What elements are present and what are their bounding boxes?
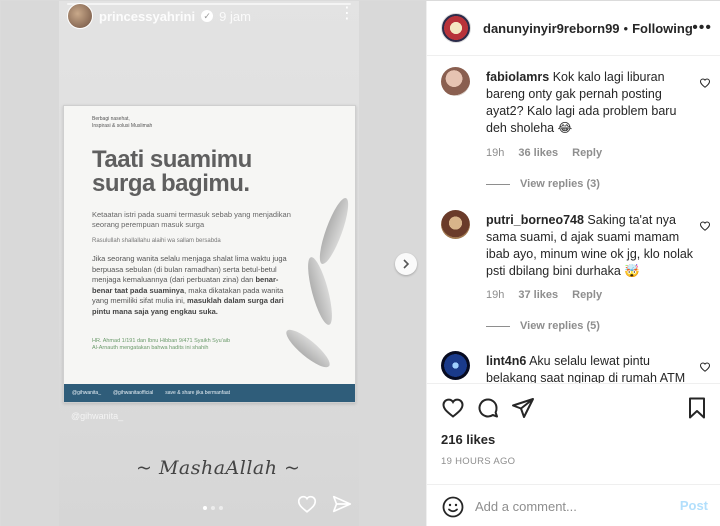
header-separator: •: [623, 20, 629, 36]
card-title: Taati suamimu surga bagimu.: [92, 148, 252, 196]
bookmark-icon[interactable]: [685, 396, 709, 420]
story-time: 9 jam: [219, 8, 251, 24]
commenter-avatar[interactable]: [441, 67, 470, 96]
card-small-line: Inspirasi & solusi Muslimah: [92, 123, 153, 129]
view-replies-label: View replies (3): [520, 178, 600, 190]
story-more-icon[interactable]: ⋮: [339, 3, 355, 23]
instagram-post-viewer: princessyahrini ✓ 9 jam ⋮ Berbagi naseha…: [0, 0, 720, 526]
story-username[interactable]: princessyahrini: [99, 9, 195, 24]
comment-item: putri_borneo748 Saking ta'at nya sama su…: [441, 200, 711, 340]
story-send-icon[interactable]: [331, 493, 353, 515]
card-cite: Rasulullah shallallahu alaihi wa sallam …: [92, 238, 221, 244]
comment-input[interactable]: [475, 499, 665, 514]
comment-icon[interactable]: [476, 396, 500, 420]
comment-username[interactable]: lint4n6: [486, 354, 526, 368]
leaf-decoration: [314, 195, 354, 267]
post-timestamp: 19 HOURS AGO: [441, 456, 516, 467]
card-reference: HR. Ahmad 1/191 dan Ibnu Hibban 9/471 Sy…: [92, 338, 282, 352]
comment-like-icon[interactable]: [699, 361, 711, 373]
comment-meta: 19h 37 likes Reply: [486, 289, 602, 301]
author-username[interactable]: danunyinyir9reborn99: [483, 21, 620, 36]
comment-text: fabiolamrs Kok kalo lagi liburan bareng …: [486, 69, 696, 137]
card-ref-line: Al-Arnauth mengatakan bahwa hadits ini s…: [92, 345, 209, 351]
card-title-line: surga bagimu.: [92, 170, 250, 197]
view-replies-button[interactable]: View replies (3): [486, 178, 600, 190]
reply-button[interactable]: Reply: [572, 289, 602, 301]
author-avatar[interactable]: [441, 13, 471, 43]
view-replies-button[interactable]: View replies (5): [486, 320, 600, 332]
replies-line: [486, 325, 510, 327]
post-comment-button[interactable]: Post: [680, 498, 708, 513]
next-media-button[interactable]: [395, 253, 417, 275]
comment-likes[interactable]: 36 likes: [518, 147, 558, 159]
comments-list[interactable]: fabiolamrs Kok kalo lagi liburan bareng …: [427, 57, 720, 383]
add-comment-bar: Post: [427, 484, 720, 526]
story-header: princessyahrini ✓ 9 jam: [67, 3, 251, 29]
comment-item: lint4n6 Aku selalu lewat pintu belakang …: [441, 341, 711, 383]
card-title-line: Taati suamimu: [92, 146, 252, 173]
comment-time: 19h: [486, 147, 505, 159]
comment-username[interactable]: putri_borneo748: [486, 213, 584, 227]
following-button[interactable]: Following: [632, 21, 693, 36]
commenter-avatar[interactable]: [441, 351, 470, 380]
story-heart-icon[interactable]: [296, 493, 318, 515]
leaf-decoration: [281, 324, 335, 373]
leaf-decoration: [303, 255, 337, 327]
card-small-text: Berbagi nasehat, Inspirasi & solusi Musl…: [92, 116, 152, 130]
likes-count[interactable]: 216 likes: [441, 432, 495, 447]
comment-item: fabiolamrs Kok kalo lagi liburan bareng …: [441, 57, 711, 197]
card-bar-item: @gihwanita_: [72, 390, 101, 396]
story-avatar[interactable]: [67, 3, 93, 29]
post-media: princessyahrini ✓ 9 jam ⋮ Berbagi naseha…: [1, 1, 426, 526]
carousel-dot-active: [203, 506, 207, 510]
view-replies-label: View replies (5): [520, 320, 600, 332]
commenter-avatar[interactable]: [441, 210, 470, 239]
reply-button[interactable]: Reply: [572, 147, 602, 159]
card-bar-item: save & share jika bermanfaat: [165, 390, 231, 396]
quote-card: Berbagi nasehat, Inspirasi & solusi Musl…: [63, 105, 356, 403]
story-caption: ~ MashaAllah ~: [136, 457, 301, 479]
comment-likes[interactable]: 37 likes: [518, 289, 558, 301]
more-options-icon[interactable]: •••: [692, 19, 712, 37]
comment-text: putri_borneo748 Saking ta'at nya sama su…: [486, 212, 696, 280]
card-ref-line: HR. Ahmad 1/191 dan Ibnu Hibban 9/471 Sy…: [92, 338, 231, 344]
card-body: Jika seorang wanita selalu menjaga shala…: [92, 254, 288, 317]
carousel-dot: [211, 506, 215, 510]
comment-text: lint4n6 Aku selalu lewat pintu belakang …: [486, 353, 696, 383]
post-actions: 216 likes 19 HOURS AGO Post: [427, 383, 720, 526]
watermark: @gihwanita_: [71, 411, 124, 421]
comment-username[interactable]: fabiolamrs: [486, 70, 549, 84]
heart-icon[interactable]: [441, 396, 465, 420]
card-small-line: Berbagi nasehat,: [92, 116, 130, 122]
verified-badge-icon: ✓: [201, 10, 214, 22]
replies-line: [486, 183, 510, 185]
card-bar-item: @gihwanitaofficial: [112, 390, 154, 396]
comment-time: 19h: [486, 289, 505, 301]
comment-like-icon[interactable]: [699, 220, 711, 232]
card-subtitle: Ketaatan istri pada suami termasuk sebab…: [92, 210, 291, 229]
comment-meta: 19h 36 likes Reply: [486, 147, 602, 159]
carousel-dots: [203, 506, 223, 510]
carousel-dot: [219, 506, 223, 510]
chevron-right-icon: [403, 259, 410, 269]
post-sidebar: danunyinyir9reborn99 • Following ••• fab…: [426, 1, 720, 526]
comment-like-icon[interactable]: [699, 77, 711, 89]
post-header: danunyinyir9reborn99 • Following •••: [427, 1, 720, 56]
emoji-icon[interactable]: [441, 495, 465, 519]
card-footer-bar: @gihwanita_ @gihwanitaofficial save & sh…: [64, 384, 355, 402]
send-icon[interactable]: [511, 396, 535, 420]
